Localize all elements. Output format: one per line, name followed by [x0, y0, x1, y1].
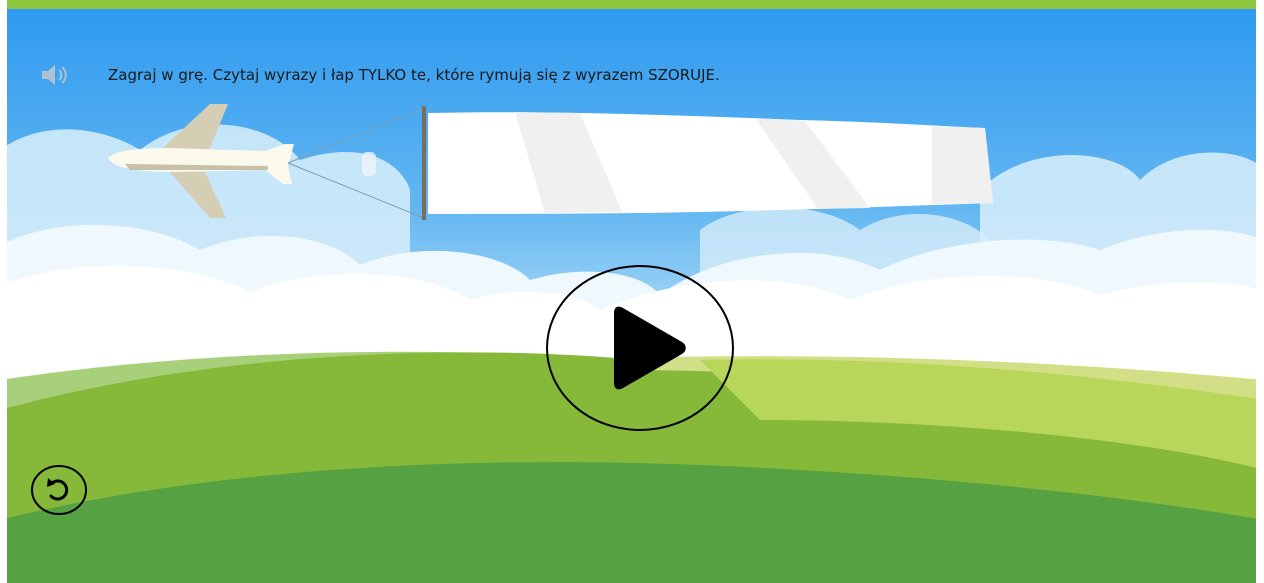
speaker-icon[interactable]: [40, 62, 70, 88]
play-icon: [614, 306, 686, 390]
frame-left: [0, 0, 7, 583]
frame-right: [1256, 0, 1264, 583]
top-bar: [0, 0, 1264, 9]
banner-stripe: [932, 126, 993, 204]
banner-pole: [422, 106, 426, 220]
banner: [428, 112, 993, 214]
instruction-text: Zagraj w grę. Czytaj wyrazy i łap TYLKO …: [108, 66, 720, 84]
rope-connector: [362, 152, 376, 176]
instruction-row: Zagraj w grę. Czytaj wyrazy i łap TYLKO …: [40, 62, 720, 88]
restart-icon: [47, 478, 69, 501]
game-stage: Zagraj w grę. Czytaj wyrazy i łap TYLKO …: [0, 0, 1264, 583]
restart-button[interactable]: [31, 465, 87, 515]
play-button[interactable]: [546, 265, 734, 431]
